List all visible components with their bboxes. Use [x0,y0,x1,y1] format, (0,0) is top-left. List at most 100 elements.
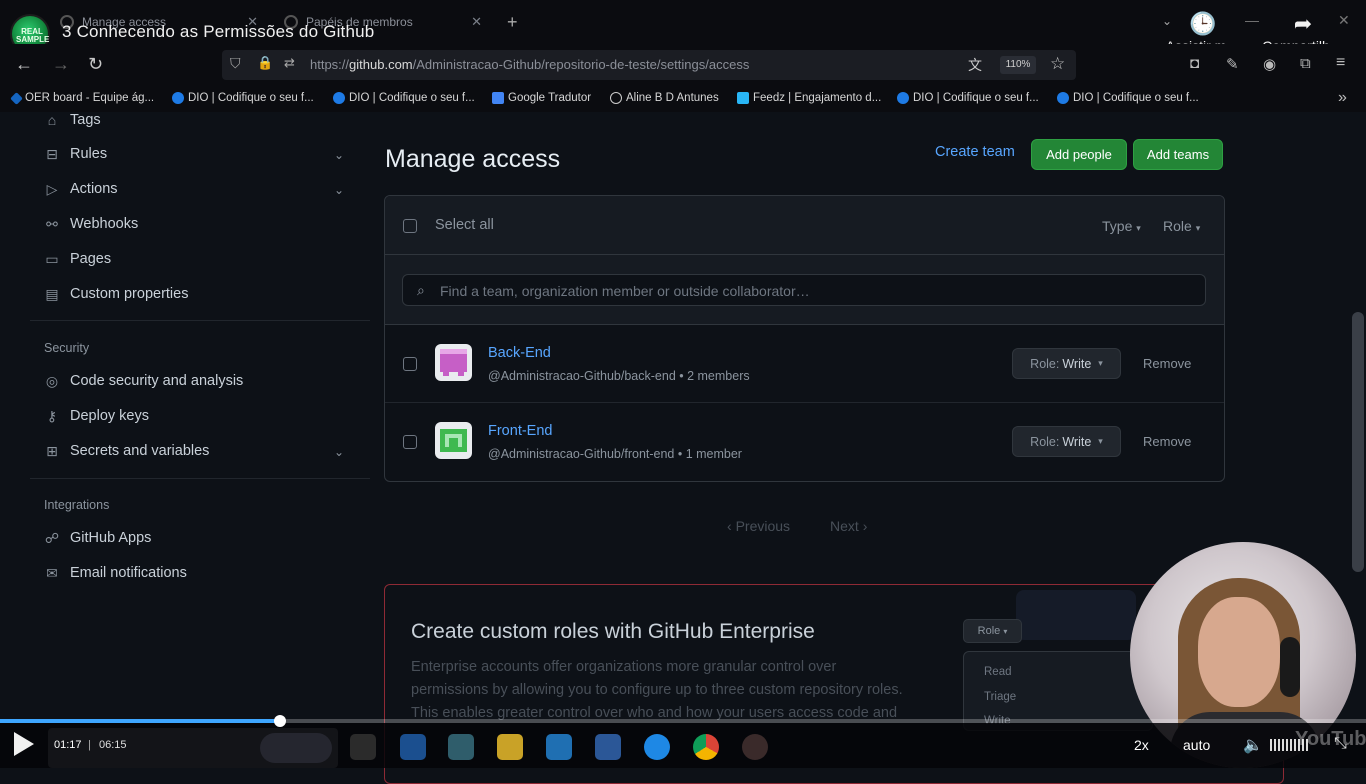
bookmark-dio-3[interactable]: DIO | Codifique o seu f... [897,92,1039,104]
video-progress-fill [0,719,281,723]
team-name-link[interactable]: Front-End [488,423,552,439]
search-placeholder: Find a team, organization member or outs… [440,283,810,299]
play-icon[interactable] [14,732,34,756]
role-select-button[interactable]: Role: Write ▾ [1012,426,1121,457]
bookmark-label: DIO | Codifique o seu f... [349,92,475,104]
reload-icon[interactable]: ↻ [88,54,103,75]
sidebar-item-secrets[interactable]: ⊞ Secrets and variables [44,443,209,459]
sidebar-item-deploy-keys[interactable]: ⚷ Deploy keys [44,408,149,424]
bookmark-google-translate[interactable]: Google Tradutor [492,92,591,104]
bookmark-oer-board[interactable]: OER board - Equipe ág... [10,91,155,105]
bookmark-aline[interactable]: Aline B D Antunes [610,92,719,104]
sidebar-item-label: GitHub Apps [70,530,152,546]
page-scrollbar-thumb[interactable] [1352,312,1364,572]
bookmark-label: DIO | Codifique o seu f... [913,92,1039,104]
video-scrubber-handle[interactable] [274,715,287,727]
extensions-icon[interactable]: ⧉ [1300,55,1311,72]
next-label: Next [830,518,859,534]
bookmark-label: OER board - Equipe ág... [25,92,155,104]
note-icon: ▤ [45,286,59,302]
bookmark-dio-1[interactable]: DIO | Codifique o seu f... [172,92,314,104]
lock-icon[interactable]: 🔒 [257,55,273,71]
remove-button[interactable]: Remove [1143,356,1191,371]
caret-down-icon: ▾ [1098,358,1103,368]
sidebar-item-label: Pages [70,251,112,267]
caret-down-icon: ▾ [1136,223,1141,233]
promo-menu-item: Triage [984,691,1017,703]
member-search-input[interactable]: ⌕ Find a team, organization member or ou… [402,274,1206,306]
dio-icon [897,92,909,104]
select-all-label: Select all [435,217,494,233]
dio-icon [1057,92,1069,104]
sidebar-item-pages[interactable]: ▭ Pages [44,251,111,267]
sidebar-item-github-apps[interactable]: ☍ GitHub Apps [44,530,152,546]
sidebar-item-rules[interactable]: ⊟ Rules [44,146,107,162]
role-filter-dropdown[interactable]: Role ▾ [1163,218,1200,234]
pocket-icon[interactable]: ◘ [1190,55,1199,72]
sidebar-item-label: Secrets and variables [70,443,210,459]
team-name-link[interactable]: Back-End [488,345,551,361]
bookmark-dio-4[interactable]: DIO | Codifique o seu f... [1057,92,1199,104]
forward-arrow-icon[interactable]: → [52,54,70,75]
team-slug: @Administracao-Github/back-end • 2 membe… [488,369,750,383]
row-checkbox[interactable] [403,435,417,449]
chevron-down-icon[interactable]: ⌄ [334,183,344,197]
menu-hamburger-icon[interactable]: ≡ [1336,54,1345,72]
team-row-back-end: Back-End @Administracao-Github/back-end … [385,325,1224,403]
mail-icon: ✉ [46,565,58,581]
sidebar-item-label: Webhooks [70,216,139,232]
team-avatar [435,422,472,459]
close-tab-icon[interactable]: ✕ [471,14,482,30]
codescan-icon: ◎ [45,373,59,389]
add-people-button[interactable]: Add people [1031,139,1127,170]
row-checkbox[interactable] [403,357,417,371]
chevron-down-icon[interactable]: ⌄ [334,148,344,162]
create-team-link[interactable]: Create team [935,144,1015,160]
select-all-checkbox[interactable] [403,219,417,233]
sidebar-item-email-notifications[interactable]: ✉ Email notifications [44,565,187,581]
sidebar-item-label: Deploy keys [70,408,149,424]
quality-setting[interactable]: auto [1183,737,1210,753]
caret-down-icon: ▾ [1003,627,1008,636]
add-teams-button[interactable]: Add teams [1133,139,1223,170]
tools-wrench-icon[interactable]: ✎ [1226,55,1239,73]
remove-button[interactable]: Remove [1143,434,1191,449]
sidebar-item-webhooks[interactable]: ⚯ Webhooks [44,216,138,232]
sidebar-item-label: Custom properties [70,286,189,302]
bookmark-dio-2[interactable]: DIO | Codifique o seu f... [333,92,475,104]
sidebar-item-tags[interactable]: ⌂ Tags [44,112,101,128]
bookmark-feedz[interactable]: Feedz | Engajamento d... [737,92,881,104]
webhook-icon: ⚯ [46,216,58,232]
sidebar-item-actions[interactable]: ▷ Actions [44,181,118,197]
volume-icon[interactable]: 🔈 [1243,735,1263,755]
new-tab-icon[interactable]: + [507,12,518,33]
chevron-down-icon[interactable]: ⌄ [334,445,344,459]
team-row-front-end: Front-End @Administracao-Github/front-en… [385,403,1224,481]
exit-fullscreen-icon[interactable]: ⤡ [1334,735,1347,753]
team-slug: @Administracao-Github/front-end • 1 memb… [488,447,742,461]
playback-speed[interactable]: 2x [1134,737,1149,753]
role-filter-label: Role [1163,218,1192,234]
more-bookmarks-icon[interactable]: » [1338,89,1347,107]
caret-down-icon: ▾ [1195,223,1201,233]
dio-icon [172,92,184,104]
role-select-button[interactable]: Role: Write ▾ [1012,348,1121,379]
sidebar-item-custom-properties[interactable]: ▤ Custom properties [44,286,188,302]
bookmark-label: Feedz | Engajamento d... [753,92,882,104]
next-page-button[interactable]: Next › [830,518,867,534]
promo-illustration [1016,590,1136,640]
account-icon[interactable]: ◉ [1263,55,1276,73]
previous-page-button[interactable]: ‹ Previous [727,518,790,534]
shield-icon[interactable]: ⛉ [230,55,241,72]
clock-icon: 🕒 [1189,11,1217,36]
zoom-level[interactable]: 110% [1000,56,1036,74]
translate-icon[interactable]: 文 [968,55,982,75]
url-text[interactable]: https://github.com/Administracao-Github/… [310,57,749,72]
sidebar-item-code-security[interactable]: ◎ Code security and analysis [44,373,243,389]
type-filter-dropdown[interactable]: Type ▾ [1102,218,1141,234]
video-title[interactable]: 3 Conhecendo as Permissões do Github [62,22,374,42]
back-arrow-icon[interactable]: ← [15,54,33,75]
permissions-icon[interactable]: ⇄ [284,55,295,71]
bookmark-star-icon[interactable]: ☆ [1050,54,1065,74]
browser-icon: ▭ [45,251,59,267]
